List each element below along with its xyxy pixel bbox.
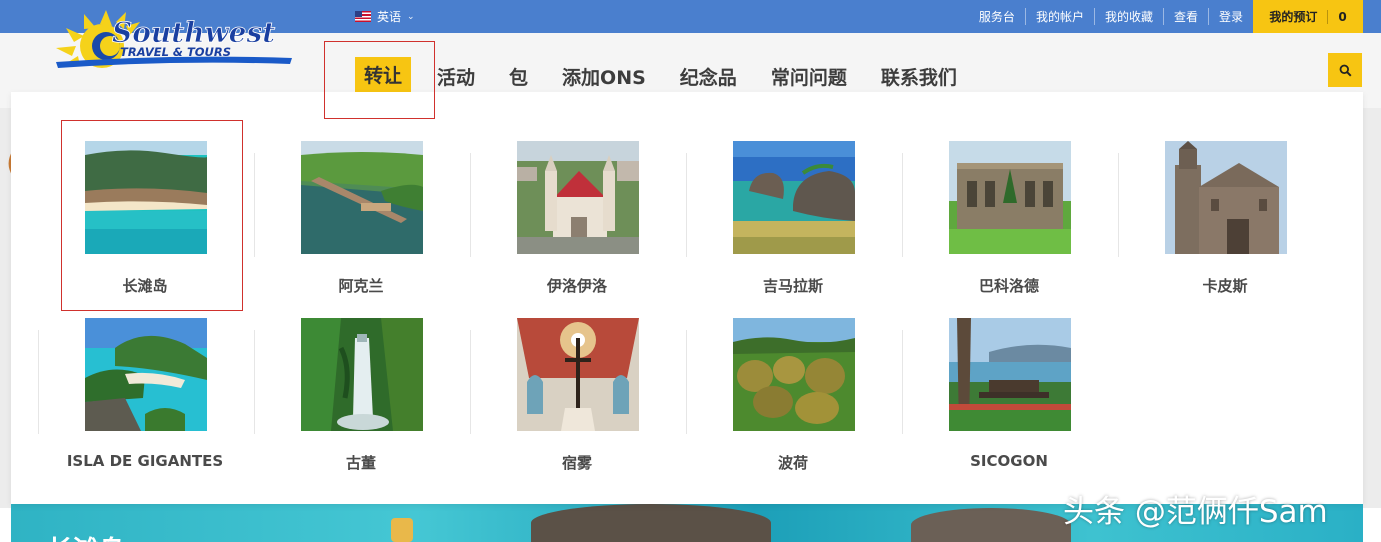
destination-label[interactable]: 阿克兰 [243,275,479,296]
hero-title: 长滩岛 [47,530,125,542]
southwest-logo[interactable]: Southwest TRAVEL & TOURS [54,8,294,92]
destination-label[interactable]: 古董 [243,452,479,473]
destination-card[interactable]: 长滩岛 [27,141,243,311]
destination-thumb-bacolod[interactable] [949,141,1071,254]
destination-card[interactable]: SICOGON [891,318,1107,488]
destination-thumb-boracay[interactable] [85,141,207,254]
transfers-dropdown-menu: 长滩岛 阿克兰 伊洛伊洛 吉马拉斯 巴科洛德 卡皮斯 ISLA DE GIGAN… [11,92,1363,504]
destination-thumb-antique[interactable] [301,318,423,431]
destination-label[interactable]: 吉马拉斯 [675,275,911,296]
destination-thumb-iloilo[interactable] [517,141,639,254]
destination-thumb-sicogon[interactable] [949,318,1071,431]
destination-card[interactable]: 波荷 [675,318,891,488]
nav-item-souvenirs[interactable]: 纪念品 [672,60,745,93]
nav-item-contact[interactable]: 联系我们 [873,60,965,93]
nav-item-transfers[interactable]: 转让 [355,57,412,96]
my-bookings-label: 我的预订 [1269,10,1318,24]
destination-label[interactable]: SICOGON [891,452,1127,470]
destination-thumb-capiz[interactable] [1165,141,1287,254]
nav-item-activities[interactable]: 活动 [429,60,483,93]
destination-label[interactable]: 巴科洛德 [891,275,1127,296]
destination-card[interactable]: 古董 [243,318,459,488]
watermark-text: 头条 @范俩仟Sam [1063,494,1328,530]
main-nav: 转让 活动 包 添加ONS 纪念品 常问问题 联系我们 [355,57,965,96]
destination-card[interactable]: 阿克兰 [243,141,459,311]
destination-card[interactable]: 吉马拉斯 [675,141,891,311]
top-link-login[interactable]: 登录 [1207,8,1253,25]
destination-label[interactable]: ISLA DE GIGANTES [27,452,263,470]
top-link-favorites[interactable]: 我的收藏 [1093,8,1163,25]
nav-item-packages[interactable]: 包 [501,60,536,93]
destination-label[interactable]: 伊洛伊洛 [459,275,695,296]
destination-label[interactable]: 长滩岛 [27,275,263,296]
top-link-my-account[interactable]: 我的帐户 [1024,8,1094,25]
destination-label[interactable]: 宿雾 [459,452,695,473]
top-link-view[interactable]: 查看 [1162,8,1208,25]
destination-thumb-aklan[interactable] [301,141,423,254]
booking-count: 0 [1338,9,1347,24]
us-flag-icon [355,11,371,22]
top-links: 服务台 我的帐户 我的收藏 查看 登录 [969,8,1253,25]
search-button[interactable] [1328,53,1362,87]
destination-card[interactable]: 巴科洛德 [891,141,1107,311]
nav-item-addons[interactable]: 添加ONS [554,60,654,93]
language-label: 英语 [377,10,402,24]
destination-card[interactable]: 卡皮斯 [1107,141,1323,311]
my-bookings-button[interactable]: 我的预订 0 [1253,0,1363,33]
destination-label[interactable]: 卡皮斯 [1107,275,1343,296]
destination-thumb-guimaras[interactable] [733,141,855,254]
booking-divider [1327,9,1329,24]
chevron-down-icon: ⌄ [407,11,415,22]
destination-card[interactable]: 宿雾 [459,318,675,488]
search-icon [1339,64,1352,77]
destination-thumb-bohol[interactable] [733,318,855,431]
nav-item-faq[interactable]: 常问问题 [763,60,855,93]
destination-card[interactable]: ISLA DE GIGANTES [27,318,243,488]
top-link-helpdesk[interactable]: 服务台 [969,8,1025,25]
language-selector[interactable]: 英语 ⌄ [355,8,415,25]
destination-thumb-cebu[interactable] [517,318,639,431]
destination-card[interactable]: 伊洛伊洛 [459,141,675,311]
destination-thumb-isla-de-gigantes[interactable] [85,318,207,431]
destination-label[interactable]: 波荷 [675,452,911,473]
